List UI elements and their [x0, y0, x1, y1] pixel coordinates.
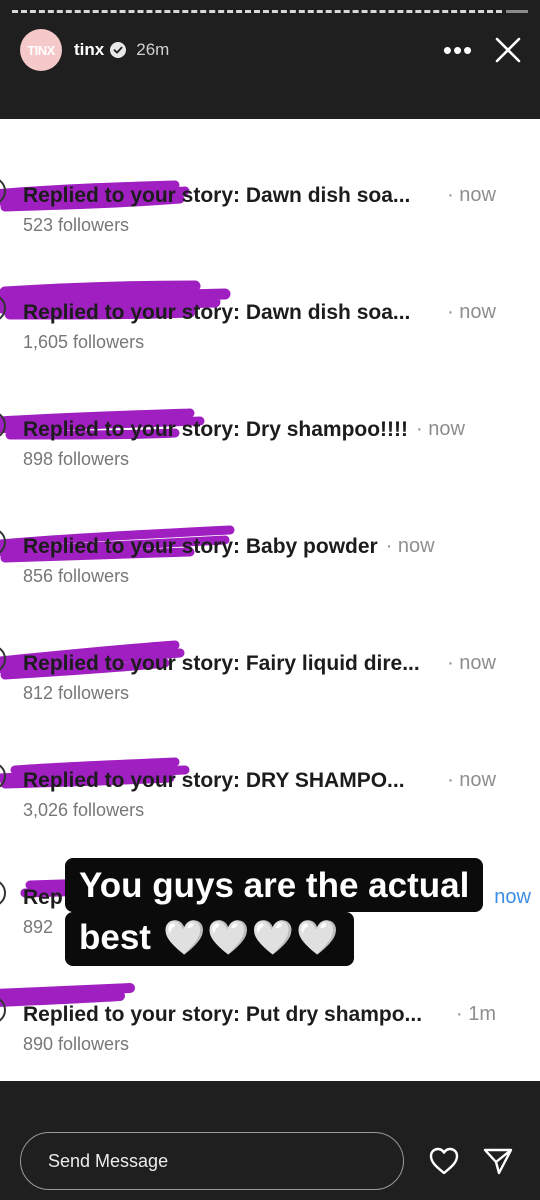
notification-time: · now — [447, 301, 496, 323]
notification-time: · now — [447, 184, 496, 206]
follower-count: 3,026 followers — [23, 800, 145, 820]
notification-row: Replied to your story: Fairy liquid dire… — [0, 587, 540, 704]
notification-time: · now — [416, 418, 465, 440]
notification-row: Replied to your story: Dry shampoo!!!! · … — [0, 353, 540, 470]
username[interactable]: tinx — [74, 40, 104, 60]
notification-message: Replied to your story: DRY SHAMPO... — [23, 769, 405, 792]
close-icon — [495, 37, 521, 63]
caption-line-2: best 🤍🤍🤍🤍 — [65, 912, 355, 966]
post-time: 26m — [136, 40, 170, 59]
notification-message: Replied to your story: Dry shampoo!!!! — [23, 418, 409, 441]
verified-badge-icon — [110, 42, 127, 58]
notification-row: Replied to your story: Dawn dish soa... ·… — [0, 119, 540, 236]
follower-count: 892 — [23, 917, 54, 937]
notification-time: · now — [385, 535, 435, 557]
caption-sticker: You guys are the actual best 🤍🤍🤍🤍 — [65, 858, 517, 968]
caption-line-2-text: best — [79, 918, 151, 957]
notification-message: Replied to your story: Put dry shampo... — [23, 1003, 423, 1026]
notification-time: · 1m — [456, 1003, 496, 1025]
progress-segment-current — [506, 10, 528, 13]
notification-message: Replied to your story: Baby powder — [23, 535, 378, 558]
notification-message: Replied to your story: Dawn dish soa... — [23, 301, 411, 324]
notification-row: Replied to your story: Baby powder · now … — [0, 470, 540, 587]
story-footer — [20, 1132, 520, 1190]
follower-count: 523 followers — [23, 215, 130, 235]
follower-count: 1,605 followers — [23, 332, 145, 352]
close-button[interactable] — [488, 30, 528, 70]
avatar-text: TINX — [27, 42, 55, 58]
follower-count: 898 followers — [23, 449, 130, 469]
notification-message: Replied to your story: Dawn dish soa... — [23, 184, 411, 207]
story-header: TINX tinx 26m ••• — [20, 29, 528, 71]
notification-message: Replied to your story: Fairy liquid dire… — [23, 652, 420, 675]
paper-plane-icon — [483, 1148, 513, 1175]
notification-time: · now — [447, 652, 496, 674]
follower-count: 890 followers — [23, 1034, 130, 1054]
follower-count: 856 followers — [23, 566, 130, 586]
progress-segment — [12, 10, 502, 13]
like-button[interactable] — [426, 1143, 462, 1179]
white-hearts-emoji: 🤍🤍🤍🤍 — [162, 919, 341, 957]
heart-icon — [429, 1147, 459, 1175]
follower-count: 812 followers — [23, 683, 130, 703]
notification-row: Replied to your story: Dawn dish soa... ·… — [0, 236, 540, 353]
notification-row: Replied to your story: DRY SHAMPO... · no… — [0, 704, 540, 821]
more-options-button[interactable]: ••• — [438, 30, 478, 70]
notification-message: Rep — [23, 886, 63, 909]
more-icon: ••• — [442, 34, 474, 65]
caption-line-1: You guys are the actual — [65, 858, 484, 912]
notification-time: · now — [447, 769, 496, 791]
avatar[interactable]: TINX — [20, 29, 62, 71]
user-avatar — [0, 879, 6, 907]
story-progress-bar — [12, 10, 528, 13]
send-message-input[interactable] — [20, 1132, 404, 1190]
share-button[interactable] — [480, 1143, 516, 1179]
